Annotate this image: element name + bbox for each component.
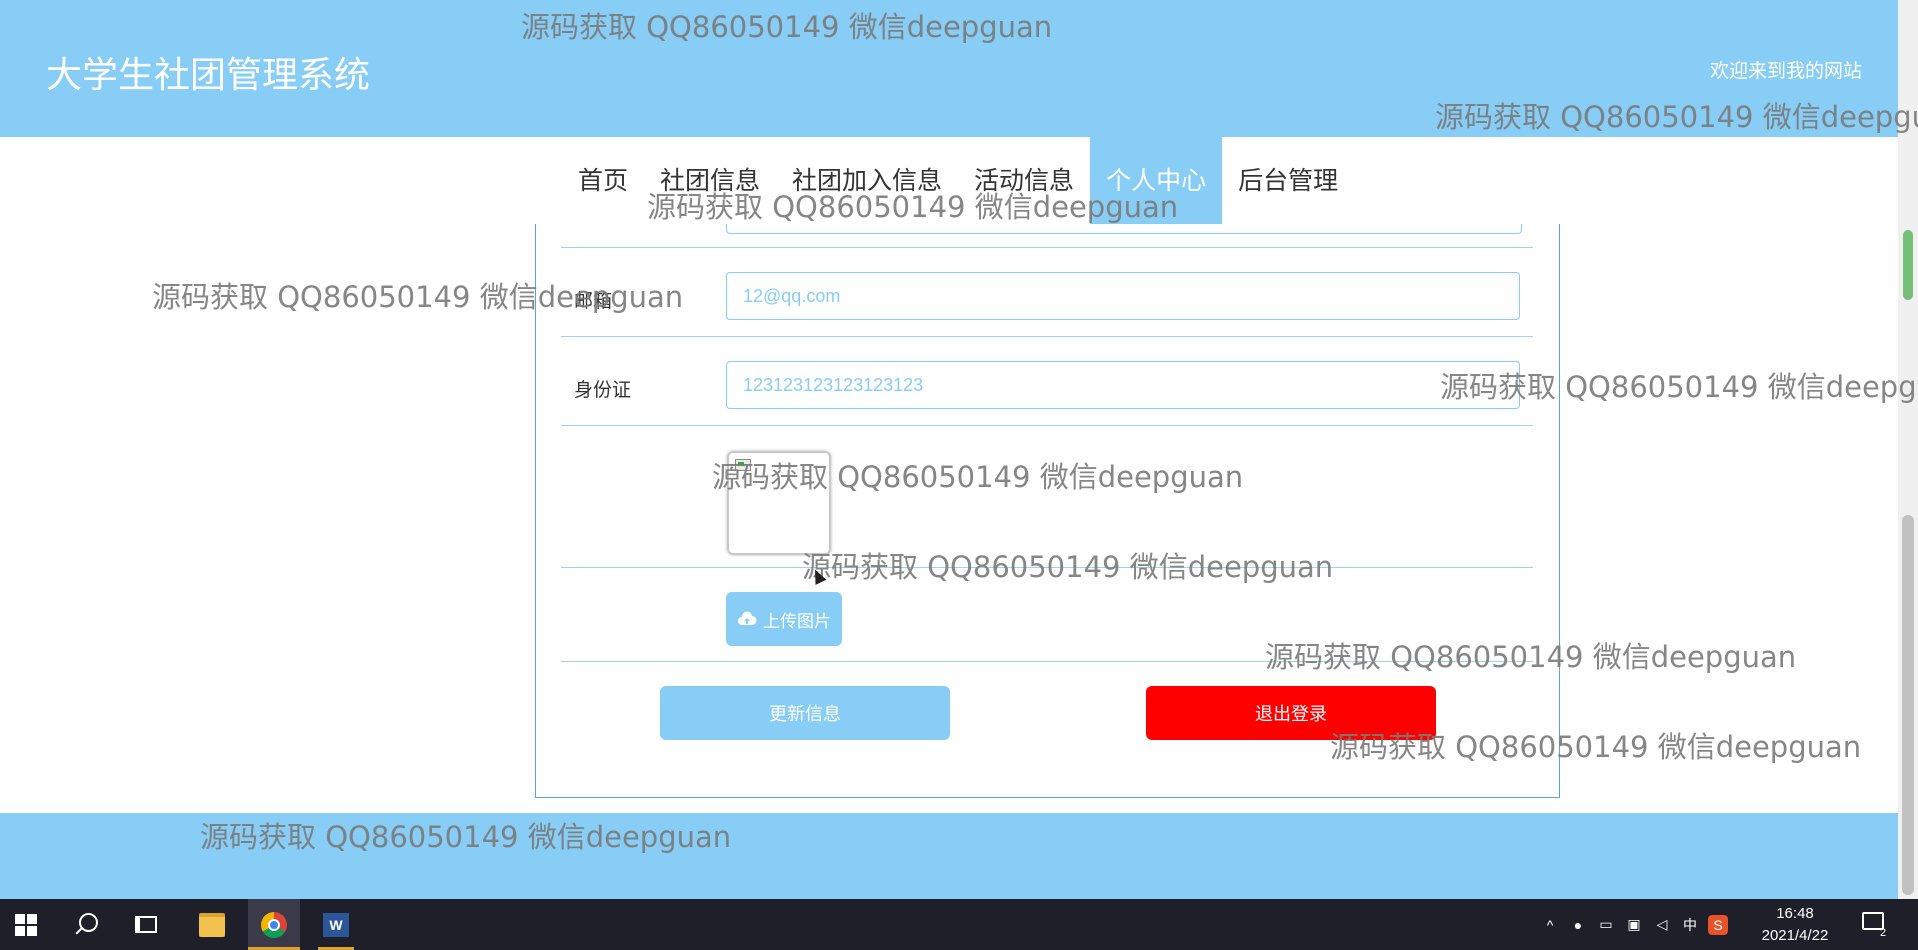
row-divider [561, 247, 1533, 248]
file-explorer-button[interactable] [186, 899, 238, 950]
chevron-up-icon[interactable]: ^ [1540, 915, 1560, 935]
volume-icon[interactable]: ◁ [1652, 915, 1672, 935]
upload-image-button[interactable]: 上传图片 [726, 592, 842, 646]
network-icon[interactable]: ▣ [1624, 915, 1644, 935]
chrome-icon [261, 911, 287, 938]
battery-icon[interactable]: ▭ [1596, 915, 1616, 935]
row-divider [561, 425, 1533, 426]
windows-logo-icon [15, 913, 37, 936]
row-divider [561, 336, 1533, 337]
email-label: 邮箱 [574, 290, 613, 312]
search-icon [78, 913, 98, 932]
id-card-label: 身份证 [574, 379, 632, 401]
main-nav: 首页 社团信息 社团加入信息 活动信息 个人中心 后台管理 [562, 137, 1354, 225]
start-button[interactable] [0, 899, 52, 950]
scroll-indicator [1903, 230, 1913, 300]
profile-form: 邮箱 身份证 上传图片 更新信息 退出登录 [535, 224, 1560, 798]
sogou-input-icon[interactable]: S [1708, 914, 1728, 935]
ime-indicator[interactable]: 中 [1680, 915, 1700, 935]
task-view-icon [135, 916, 157, 933]
nav-personal-center[interactable]: 个人中心 [1090, 137, 1223, 225]
email-field[interactable] [726, 272, 1520, 320]
nav-home[interactable]: 首页 [562, 137, 644, 225]
folder-icon [199, 912, 225, 937]
system-tray: ^ ● ▭ ▣ ◁ 中 S [1540, 899, 1728, 950]
row-divider [561, 661, 1533, 662]
word-taskbar-button[interactable]: W [310, 899, 362, 950]
word-icon: W [323, 912, 349, 937]
qq-icon[interactable]: ● [1568, 915, 1588, 935]
broken-image-icon [735, 459, 751, 471]
site-header: 大学生社团管理系统 欢迎来到我的网站 [0, 0, 1898, 137]
chrome-taskbar-button[interactable] [248, 899, 300, 950]
clock-time: 16:48 [1776, 905, 1814, 922]
upload-image-label: 上传图片 [763, 611, 831, 632]
nav-activity-info[interactable]: 活动信息 [958, 137, 1090, 225]
page-scrollbar[interactable] [1898, 0, 1918, 899]
row-divider [561, 567, 1533, 568]
site-title: 大学生社团管理系统 [46, 55, 371, 96]
clock-date: 2021/4/22 [1761, 927, 1829, 944]
cloud-upload-icon [738, 611, 757, 625]
id-card-field[interactable] [726, 361, 1520, 409]
taskbar-clock[interactable]: 16:48 2021/4/22 [1752, 903, 1838, 947]
nav-club-info[interactable]: 社团信息 [644, 137, 776, 225]
logout-button[interactable]: 退出登录 [1146, 686, 1436, 740]
scroll-thumb[interactable] [1902, 515, 1914, 895]
previous-field-input[interactable] [726, 224, 1522, 234]
site-footer [0, 813, 1898, 899]
nav-club-join-info[interactable]: 社团加入信息 [776, 137, 958, 225]
task-view-button[interactable] [120, 899, 172, 950]
notification-count: 2 [1880, 927, 1887, 939]
welcome-text: 欢迎来到我的网站 [1709, 60, 1862, 82]
update-info-button[interactable]: 更新信息 [660, 686, 950, 740]
windows-taskbar: W ^ ● ▭ ▣ ◁ 中 S 16:48 2021/4/22 2 [0, 899, 1918, 950]
search-button[interactable] [60, 899, 112, 950]
nav-admin[interactable]: 后台管理 [1222, 137, 1354, 225]
avatar-image [727, 451, 831, 555]
